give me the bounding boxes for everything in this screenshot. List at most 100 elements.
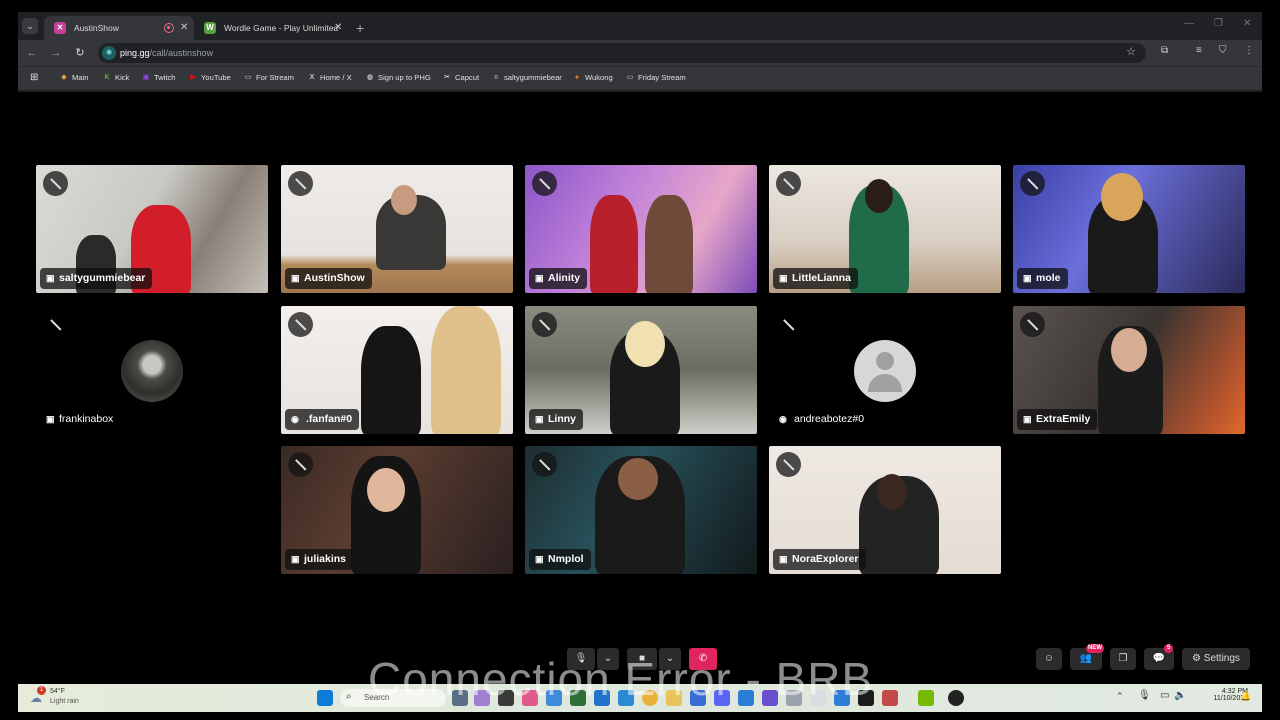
forward-icon[interactable]: → xyxy=(48,45,64,61)
emoji-button[interactable]: ☺ xyxy=(1036,648,1062,670)
close-tab-icon[interactable]: ✕ xyxy=(334,16,342,40)
bookmark-youtube[interactable]: ▶ YouTube xyxy=(189,67,231,89)
site-info-icon[interactable]: ◉ xyxy=(102,46,116,60)
participant-tile[interactable]: ▣ frankinabox xyxy=(36,306,268,434)
mic-muted-icon xyxy=(288,452,313,477)
network-icon[interactable]: ▭ xyxy=(1160,690,1169,701)
participant-nameplate: ▣ Alinity xyxy=(529,268,588,289)
emoji-icon: ☺ xyxy=(1043,653,1055,664)
participant-nameplate: ◉ .fanfan#0 xyxy=(285,409,360,430)
bookmark-capcut[interactable]: ✂ Capcut xyxy=(443,67,479,89)
tab-austinshow[interactable]: ✕ AustinShow ✕ xyxy=(44,16,194,40)
volume-icon[interactable]: 🔈 xyxy=(1174,690,1186,701)
bookmark-friday-stream[interactable]: ▭ Friday Stream xyxy=(626,67,686,89)
participant-tile[interactable]: ▣ NoraExplorer xyxy=(769,446,1001,574)
avatar xyxy=(121,340,183,402)
browser-window: ⌄ ✕ AustinShow ✕ W Wordle Game - Play Un… xyxy=(18,12,1262,92)
bookmark-main[interactable]: ◆ Main xyxy=(60,67,88,89)
participant-nameplate: ▣ saltygummiebear xyxy=(40,268,153,289)
video-scene xyxy=(877,474,907,510)
folder-icon: ▭ xyxy=(626,74,634,81)
extensions-icon[interactable]: ⧉ xyxy=(1161,45,1168,56)
settings-button[interactable]: ⚙ Settings xyxy=(1182,648,1250,670)
bookmark-star-icon[interactable]: ☆ xyxy=(1126,45,1136,58)
video-scene xyxy=(1111,328,1147,372)
weather-widget[interactable]: ☁ 1 xyxy=(30,686,50,708)
participant-tile[interactable]: ▣ LittleLianna xyxy=(769,165,1001,293)
chat-icon: 💬 xyxy=(1152,653,1166,664)
video-scene xyxy=(1101,173,1143,221)
tab-wordle[interactable]: W Wordle Game - Play Unlimited ✕ xyxy=(194,16,344,40)
layout-icon: ❐ xyxy=(1118,653,1128,664)
bookmark-wukong[interactable]: ● Wukong xyxy=(573,67,613,89)
twitch-icon: ▣ xyxy=(1023,273,1032,283)
reload-icon[interactable]: ↻ xyxy=(72,45,88,61)
address-bar[interactable]: ◉ ping.gg/call/austinshow ☆ xyxy=(98,43,1146,63)
settings-label: Settings xyxy=(1203,653,1240,664)
close-window-icon[interactable]: ✕ xyxy=(1243,18,1251,29)
bookmark-kick[interactable]: K Kick xyxy=(103,67,130,89)
tab-title: Wordle Game - Play Unlimited xyxy=(224,23,339,33)
chevron-up-icon[interactable]: ⌃ xyxy=(1116,691,1124,702)
mic-muted-icon xyxy=(532,452,557,477)
participant-tile[interactable]: ▣ Linny xyxy=(525,306,757,434)
mic-muted-icon xyxy=(776,312,801,337)
participant-tile[interactable]: ▣ ExtraEmily xyxy=(1013,306,1245,434)
weather-alert-badge: 1 xyxy=(37,686,46,695)
participant-tile[interactable]: ▣ saltygummiebear xyxy=(36,165,268,293)
participant-tile[interactable]: ▣ juliakins xyxy=(281,446,513,574)
people-icon: 👥 xyxy=(1079,653,1093,664)
discord-icon: ◉ xyxy=(291,414,299,424)
participant-nameplate: ▣ frankinabox xyxy=(46,413,114,425)
participant-nameplate: ▣ AustinShow xyxy=(285,268,372,289)
layout-button[interactable]: ❐ xyxy=(1110,648,1136,670)
close-tab-icon[interactable]: ✕ xyxy=(180,16,188,40)
participant-tile[interactable]: ◉ .fanfan#0 xyxy=(281,306,513,434)
participant-nameplate: ▣ Linny xyxy=(529,409,583,430)
url-text: ping.gg/call/austinshow xyxy=(120,48,214,58)
video-scene xyxy=(625,321,665,367)
back-icon[interactable]: ← xyxy=(24,45,40,61)
new-tab-icon[interactable]: + xyxy=(356,16,364,40)
notification-icon[interactable]: 🔔 xyxy=(1240,691,1251,702)
chat-button[interactable]: 💬 5 xyxy=(1144,644,1174,670)
mic-muted-icon xyxy=(532,171,557,196)
search-icon: ⌕ xyxy=(346,691,352,702)
app-icon[interactable] xyxy=(882,690,898,706)
bookmark-for-stream[interactable]: ▭ For Stream xyxy=(244,67,294,89)
participant-tile[interactable]: ◉ andreabotez#0 xyxy=(769,306,1001,434)
participant-nameplate: ▣ mole xyxy=(1017,268,1068,289)
bookmark-x[interactable]: X Home / X xyxy=(308,67,352,89)
media-icon[interactable]: ≡ xyxy=(1196,45,1202,56)
maximize-icon[interactable]: ❐ xyxy=(1214,18,1223,29)
bookmark-saltygummiebear[interactable]: ʚ saltygummiebear xyxy=(492,67,562,89)
discord-icon: ◉ xyxy=(779,414,787,424)
bookmark-phg[interactable]: ◍ Sign up to PHG xyxy=(366,67,431,89)
participants-button[interactable]: 👥 NEW xyxy=(1070,644,1104,670)
minimize-icon[interactable]: — xyxy=(1184,18,1194,29)
microphone-icon[interactable]: 🎙 xyxy=(1138,690,1151,701)
participant-tile[interactable]: ▣ mole xyxy=(1013,165,1245,293)
menu-icon[interactable]: ⋮ xyxy=(1244,45,1254,56)
app-icon[interactable] xyxy=(948,690,964,706)
participant-tile[interactable]: ▣ AustinShow xyxy=(281,165,513,293)
folder-icon: ▭ xyxy=(244,74,252,81)
bookmark-twitch[interactable]: ▣ Twitch xyxy=(142,67,176,89)
participant-tile[interactable]: ▣ Alinity xyxy=(525,165,757,293)
participant-nameplate: ▣ ExtraEmily xyxy=(1017,409,1098,430)
shield-icon[interactable]: ⛉ xyxy=(1219,45,1227,56)
tab-search-icon[interactable]: ⌄ xyxy=(22,18,38,34)
start-icon[interactable] xyxy=(317,690,333,706)
nvidia-icon[interactable] xyxy=(918,690,934,706)
twitch-icon: ▣ xyxy=(291,273,300,283)
apps-icon[interactable]: ⊞ xyxy=(30,67,38,89)
twitch-icon: ▣ xyxy=(535,554,544,564)
participant-nameplate: ▣ NoraExplorer xyxy=(773,549,866,570)
video-scene xyxy=(590,195,638,293)
twitch-icon: ▣ xyxy=(779,273,788,283)
participant-tile[interactable]: ▣ Nmplol xyxy=(525,446,757,574)
twitch-icon: ▣ xyxy=(1023,414,1032,424)
capcut-icon: ✂ xyxy=(444,74,450,81)
mic-muted-icon xyxy=(288,312,313,337)
mic-muted-icon xyxy=(532,312,557,337)
